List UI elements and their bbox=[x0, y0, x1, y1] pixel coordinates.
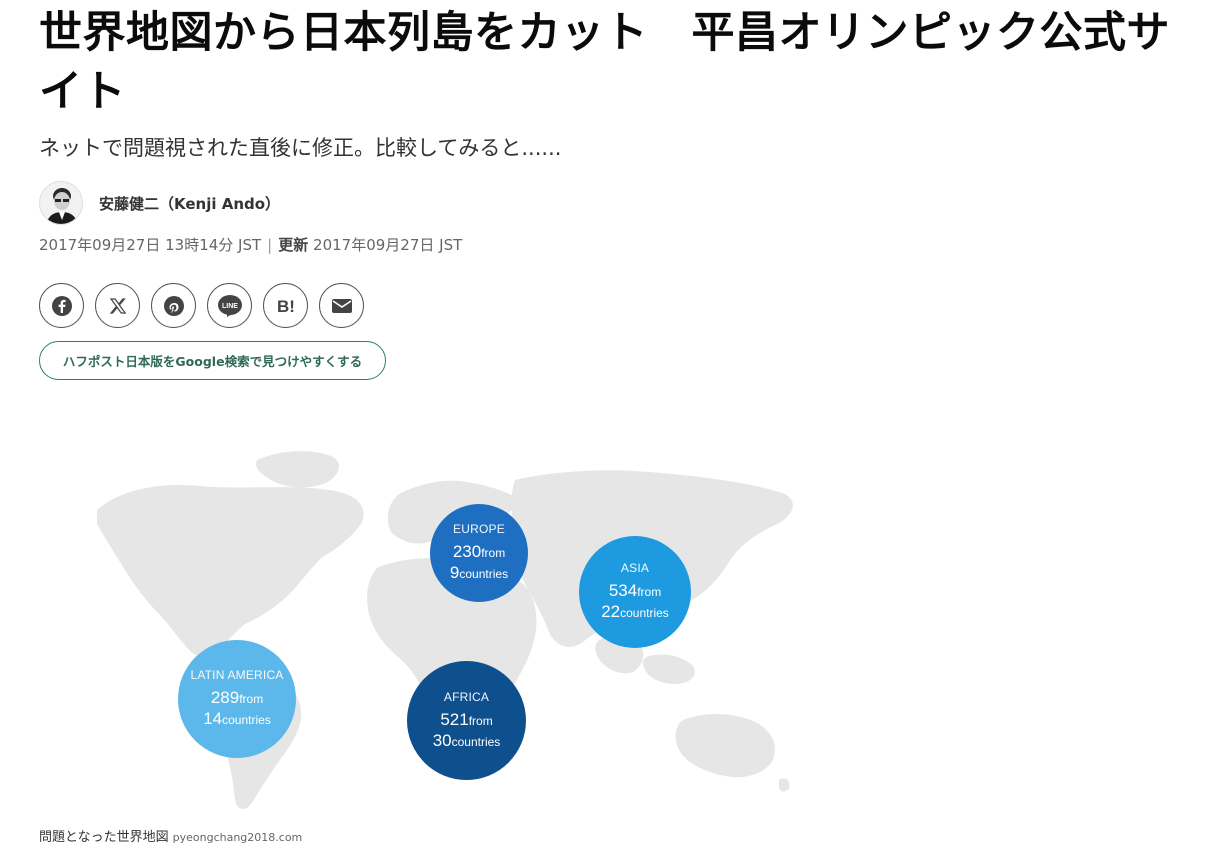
bubble-africa: AFRICA 521from 30countries bbox=[407, 661, 526, 780]
bubble-asia: ASIA 534from 22countries bbox=[579, 536, 691, 648]
share-hatena-button[interactable]: B! bbox=[263, 283, 308, 328]
hatena-label: B! bbox=[277, 297, 295, 316]
article-page: 世界地図から日本列島をカット 平昌オリンピック公式サイト ネットで問題視された直… bbox=[0, 0, 1222, 853]
article-subhead: ネットで問題視された直後に修正。比較してみると...... bbox=[39, 136, 562, 160]
countries-label: countries bbox=[222, 713, 271, 727]
region-label: AFRICA bbox=[443, 689, 490, 704]
athlete-count: 534 bbox=[608, 581, 638, 600]
from-label: from bbox=[468, 713, 493, 728]
countries-label: countries bbox=[620, 606, 669, 620]
pinterest-icon bbox=[163, 295, 184, 316]
author-avatar[interactable] bbox=[39, 181, 83, 225]
updated-date: 2017年09月27日 JST bbox=[313, 236, 463, 254]
line-label: LINE bbox=[222, 303, 238, 310]
caption-text: 問題となった世界地図 bbox=[39, 830, 169, 845]
published-date: 2017年09月27日 13時14分 JST bbox=[39, 236, 262, 254]
date-separator: | bbox=[267, 236, 273, 254]
share-buttons: LINE B! bbox=[39, 283, 375, 328]
countries-label: countries bbox=[459, 567, 509, 581]
athlete-count: 521 bbox=[440, 709, 469, 729]
region-label: LATIN AMERICA bbox=[190, 668, 284, 682]
country-count: 9 bbox=[449, 563, 460, 582]
author-row: 安藤健二（Kenji Ando） bbox=[39, 180, 280, 226]
country-count: 22 bbox=[601, 602, 621, 621]
line-icon: LINE bbox=[217, 294, 242, 317]
athlete-count: 230 bbox=[452, 542, 482, 561]
bubble-latin-america: LATIN AMERICA 289from 14countries bbox=[178, 640, 296, 758]
article-headline: 世界地図から日本列島をカット 平昌オリンピック公式サイト bbox=[39, 8, 1170, 117]
figure-caption: 問題となった世界地図 pyeongchang2018.com bbox=[39, 826, 302, 845]
caption-credit: pyeongchang2018.com bbox=[172, 831, 303, 844]
hatena-bookmark-icon: B! bbox=[277, 297, 295, 316]
athlete-count: 289 bbox=[210, 688, 240, 707]
updated-label: 更新 bbox=[278, 236, 309, 254]
share-line-button[interactable]: LINE bbox=[207, 283, 252, 328]
region-label: EUROPE bbox=[453, 522, 505, 536]
share-x-button[interactable] bbox=[95, 283, 140, 328]
dateline: 2017年09月27日 13時14分 JST | 更新 2017年09月27日 JS… bbox=[39, 234, 462, 256]
from-label: from bbox=[637, 585, 662, 599]
share-pinterest-button[interactable] bbox=[151, 283, 196, 328]
region-label: ASIA bbox=[620, 561, 650, 575]
x-icon bbox=[109, 297, 126, 314]
from-label: from bbox=[481, 546, 506, 560]
share-facebook-button[interactable] bbox=[39, 283, 84, 328]
countries-label: countries bbox=[451, 734, 501, 749]
author-name[interactable]: 安藤健二（Kenji Ando） bbox=[99, 193, 280, 214]
google-follow-button[interactable]: ハフポスト日本版をGoogle検索で見つけやすくする bbox=[39, 341, 386, 380]
facebook-icon bbox=[51, 295, 72, 316]
mail-icon bbox=[331, 298, 352, 313]
country-count: 30 bbox=[432, 730, 452, 750]
bubble-europe: EUROPE 230from 9countries bbox=[430, 504, 528, 602]
share-email-button[interactable] bbox=[319, 283, 364, 328]
from-label: from bbox=[239, 692, 264, 706]
country-count: 14 bbox=[203, 709, 223, 728]
world-map-figure: EUROPE 230from 9countries ASIA 534from 2… bbox=[39, 420, 819, 820]
